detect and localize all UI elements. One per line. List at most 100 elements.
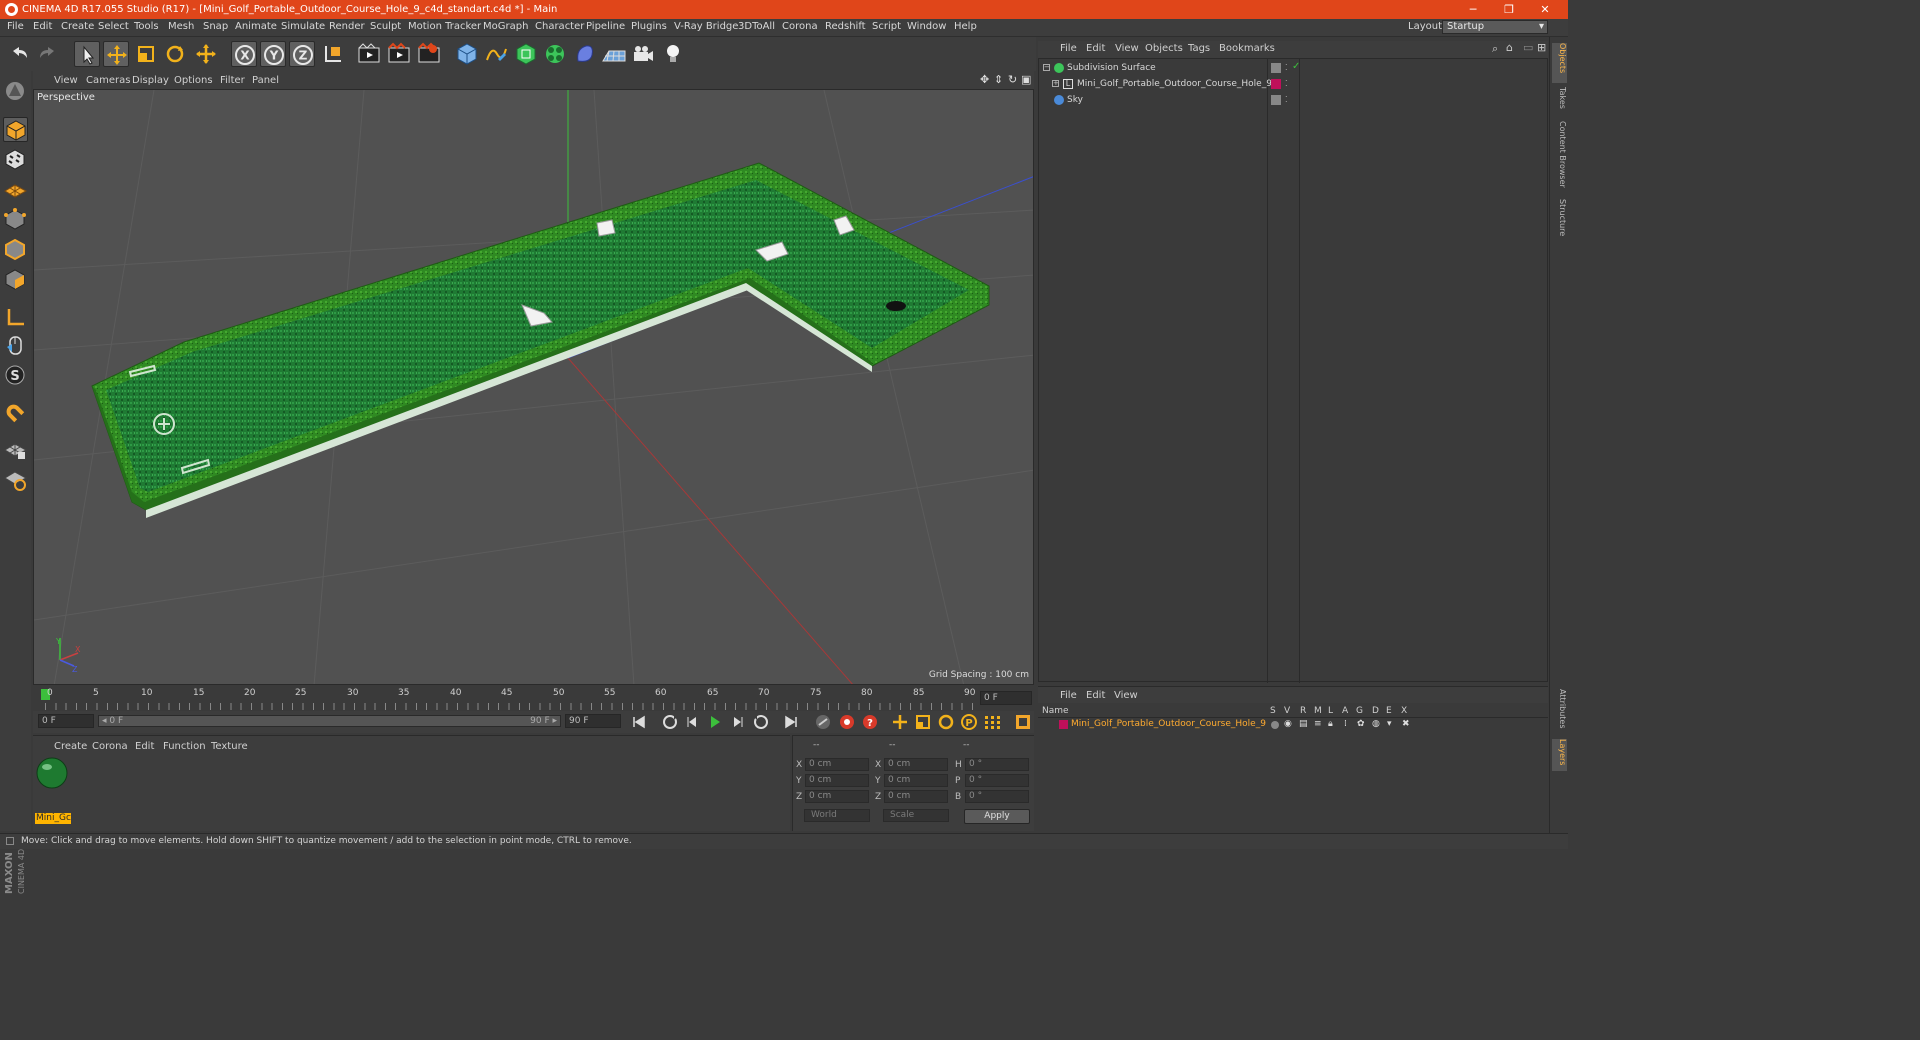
enabled-checkmark-icon[interactable]: ✓ xyxy=(1292,61,1300,72)
viewport-menu-view[interactable]: View xyxy=(54,75,78,86)
menu-mesh[interactable]: Mesh xyxy=(168,21,194,32)
material-menu-edit[interactable]: Edit xyxy=(135,741,154,752)
menu-help[interactable]: Help xyxy=(954,21,977,32)
layers-menu-view[interactable]: View xyxy=(1114,690,1138,701)
coord-pos-x-field[interactable]: 0 cm xyxy=(805,758,869,771)
material-menu-corona[interactable]: Corona xyxy=(92,741,128,752)
object-row-sky[interactable]: Sky ⁚ xyxy=(1039,93,1549,109)
menu-select[interactable]: Select xyxy=(98,21,129,32)
material-swatch[interactable]: Mini_Gc xyxy=(35,756,71,824)
coord-pos-z-field[interactable]: 0 cm xyxy=(805,790,869,803)
previous-keyframe-icon[interactable] xyxy=(660,713,680,731)
minimize-button[interactable]: ─ xyxy=(1456,0,1490,19)
menu-mograph[interactable]: MoGraph xyxy=(483,21,528,32)
menu-script[interactable]: Script xyxy=(872,21,901,32)
objects-menu-objects[interactable]: Objects xyxy=(1145,43,1183,54)
live-selection-icon[interactable] xyxy=(74,41,100,67)
render-clapper-icon[interactable]: ▤ xyxy=(1299,719,1308,729)
menu-tools[interactable]: Tools xyxy=(134,21,159,32)
apply-button[interactable]: Apply xyxy=(964,809,1030,824)
visibility-dots-icon[interactable]: ⁚ xyxy=(1285,95,1288,104)
play-icon[interactable] xyxy=(705,713,725,731)
render-picture-viewer-icon[interactable] xyxy=(386,41,412,67)
tab-takes[interactable]: Takes xyxy=(1552,87,1567,115)
deformer-icon[interactable] xyxy=(572,41,598,67)
undo-icon[interactable] xyxy=(6,41,32,67)
visibility-dots-icon[interactable]: ⁚ xyxy=(1285,79,1288,88)
material-menu-create[interactable]: Create xyxy=(54,741,87,752)
start-frame-field[interactable]: 0 F xyxy=(38,714,94,728)
key-rotation-icon[interactable] xyxy=(936,713,956,731)
planar-workplane-icon[interactable] xyxy=(3,467,28,492)
spline-pen-icon[interactable] xyxy=(483,41,509,67)
collapse-toggle-icon[interactable]: − xyxy=(1043,64,1050,71)
tweak-mode-icon[interactable] xyxy=(3,333,28,358)
layers-menu-edit[interactable]: Edit xyxy=(1086,690,1105,701)
viewport-menu-panel[interactable]: Panel xyxy=(252,75,279,86)
coord-mode-select[interactable]: Scale xyxy=(883,809,949,822)
maximize-icon[interactable]: ⊞ xyxy=(1537,41,1546,54)
restore-button[interactable]: ❐ xyxy=(1492,0,1526,19)
menu-render[interactable]: Render xyxy=(329,21,365,32)
menu-pipeline[interactable]: Pipeline xyxy=(586,21,625,32)
expression-toggle-icon[interactable]: ▾ xyxy=(1387,719,1392,729)
edges-mode-icon[interactable] xyxy=(3,237,28,262)
home-icon[interactable]: ⌂ xyxy=(1506,41,1513,54)
snapping-icon[interactable]: S xyxy=(3,363,28,388)
move-tool-icon[interactable] xyxy=(103,41,129,67)
timeline-ruler[interactable]: 0 5 10 15 20 25 30 35 40 45 50 55 60 65 … xyxy=(33,685,1034,711)
next-keyframe-icon[interactable] xyxy=(751,713,771,731)
tab-structure[interactable]: Structure xyxy=(1552,199,1567,241)
render-view-icon[interactable] xyxy=(356,41,382,67)
go-to-end-icon[interactable] xyxy=(781,713,801,731)
deformer-toggle-icon[interactable]: ◍ xyxy=(1372,719,1380,729)
menu-redshift[interactable]: Redshift xyxy=(825,21,866,32)
current-frame-field[interactable]: 0 F xyxy=(980,691,1032,705)
rotate-tool-icon[interactable] xyxy=(162,41,188,67)
menu-vray-bridge[interactable]: V-Ray Bridge xyxy=(674,21,738,32)
model-mode-icon[interactable] xyxy=(3,117,28,142)
coord-size-z-field[interactable]: 0 cm xyxy=(884,790,948,803)
workplane-mode-icon[interactable] xyxy=(3,177,28,202)
object-row-mini-golf[interactable]: + L Mini_Golf_Portable_Outdoor_Course_Ho… xyxy=(1039,77,1549,93)
search-icon[interactable]: ⌕ xyxy=(1492,42,1498,56)
coord-size-x-field[interactable]: 0 cm xyxy=(884,758,948,771)
new-view-icon[interactable]: ▭ xyxy=(1523,41,1533,54)
coord-rot-p-field[interactable]: 0 ° xyxy=(965,774,1029,787)
tab-content-browser[interactable]: Content Browser xyxy=(1552,121,1567,191)
menu-plugins[interactable]: Plugins xyxy=(631,21,667,32)
close-button[interactable]: ✕ xyxy=(1528,0,1562,19)
coord-rot-b-field[interactable]: 0 ° xyxy=(965,790,1029,803)
coord-pos-y-field[interactable]: 0 cm xyxy=(805,774,869,787)
menu-window[interactable]: Window xyxy=(907,21,946,32)
coord-rot-h-field[interactable]: 0 ° xyxy=(965,758,1029,771)
cloner-icon[interactable] xyxy=(542,41,568,67)
locked-workplane-icon[interactable] xyxy=(3,437,28,462)
perspective-viewport[interactable]: Y X Z Perspective Grid Spacing : 100 cm xyxy=(33,89,1034,685)
menu-character[interactable]: Character xyxy=(535,21,584,32)
transform-tool-icon[interactable] xyxy=(193,41,219,67)
viewport-nav-rotate-icon[interactable]: ↻ xyxy=(1008,73,1017,86)
previous-frame-icon[interactable] xyxy=(683,713,703,731)
frame-range-slider[interactable]: ◂ 0 F 90 F ▸ xyxy=(98,715,561,727)
objects-menu-file[interactable]: File xyxy=(1060,43,1077,54)
expand-toggle-icon[interactable]: + xyxy=(1052,80,1059,87)
cube-primitive-icon[interactable] xyxy=(454,41,480,67)
tab-objects[interactable]: Objects xyxy=(1552,43,1567,83)
texture-mode-icon[interactable] xyxy=(3,147,28,172)
z-axis-lock-button[interactable]: Z xyxy=(289,41,315,67)
layer-color-swatch[interactable] xyxy=(1059,720,1068,729)
objects-menu-edit[interactable]: Edit xyxy=(1086,43,1105,54)
light-icon[interactable] xyxy=(660,41,686,67)
key-parameter-icon[interactable]: P xyxy=(959,713,979,731)
animation-film-icon[interactable]: ⁞ xyxy=(1344,719,1347,729)
scale-tool-icon[interactable] xyxy=(133,41,159,67)
viewport-menu-display[interactable]: Display xyxy=(132,75,169,86)
viewport-maximize-icon[interactable]: ▣ xyxy=(1021,73,1031,86)
autokey-icon[interactable] xyxy=(837,713,857,731)
menu-animate[interactable]: Animate xyxy=(235,21,277,32)
layer-row[interactable]: Mini_Golf_Portable_Outdoor_Course_Hole_9… xyxy=(1038,718,1548,732)
make-editable-icon[interactable] xyxy=(3,79,28,104)
menu-edit[interactable]: Edit xyxy=(33,21,52,32)
menu-sculpt[interactable]: Sculpt xyxy=(370,21,401,32)
